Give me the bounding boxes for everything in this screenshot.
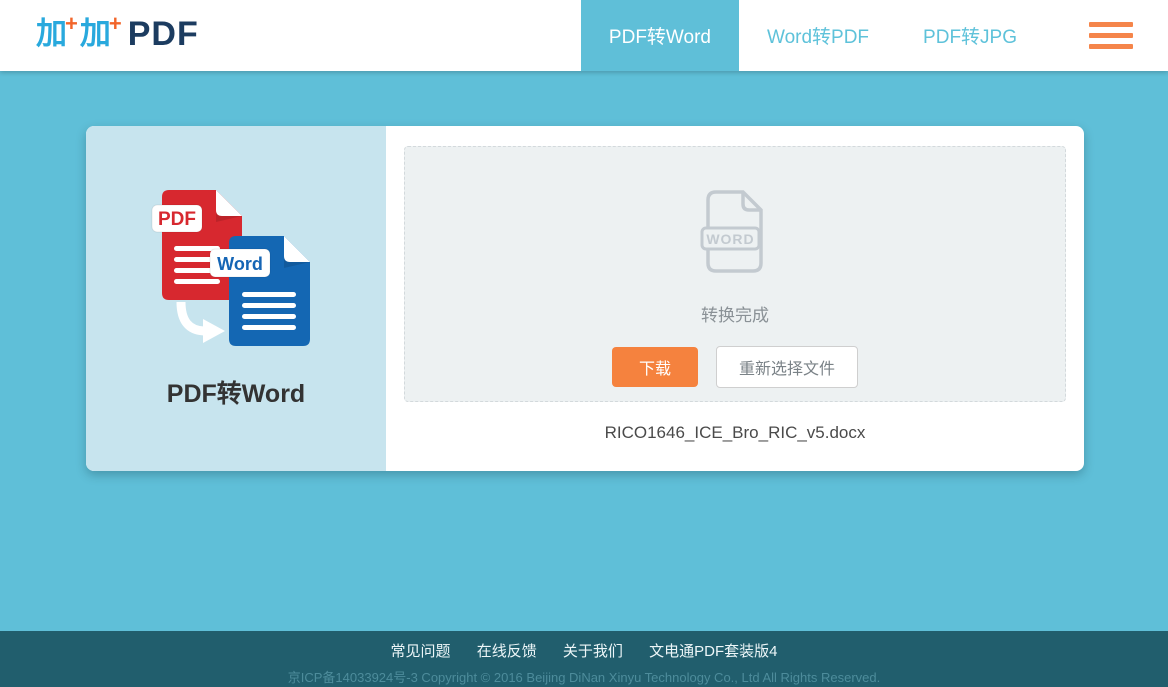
tab-pdf-to-jpg[interactable]: PDF转JPG <box>897 0 1043 71</box>
tab-word-to-pdf[interactable]: Word转PDF <box>741 0 895 71</box>
app-header: 加 + 加 + PDF PDF转Word Word转PDF PDF转JPG <box>0 0 1168 71</box>
footer-link-faq[interactable]: 常见问题 <box>391 643 451 660</box>
action-buttons: 下载 重新选择文件 <box>611 346 859 388</box>
logo-char: 加 <box>79 16 111 51</box>
hamburger-menu-icon[interactable] <box>1089 0 1133 71</box>
reselect-file-button[interactable]: 重新选择文件 <box>716 346 859 388</box>
converted-filename: RICO1646_ICE_Bro_RIC_v5.docx <box>604 423 866 442</box>
svg-text:PDF: PDF <box>158 209 196 230</box>
logo-plus-icon: + <box>65 11 78 36</box>
hamburger-bar <box>1089 33 1133 38</box>
copyright-text: 京ICP备14033924号-3 Copyright © 2016 Beijin… <box>287 670 881 685</box>
footer-link-about[interactable]: 关于我们 <box>563 643 623 660</box>
footer-links: 常见问题 在线反馈 关于我们 文电通PDF套装版4 <box>0 640 1168 661</box>
converter-card: PDF Word PDF转Word WORD 转换完成 下载 重新选择文件 RI… <box>86 126 1084 471</box>
svg-text:WORD: WORD <box>706 231 754 247</box>
pdf-document-icon: PDF <box>151 190 242 300</box>
download-button[interactable]: 下载 <box>611 347 698 387</box>
logo-plus-icon: + <box>108 11 122 36</box>
conversion-panel: WORD 转换完成 下载 重新选择文件 RICO1646_ICE_Bro_RIC… <box>386 126 1084 471</box>
conversion-dropzone: WORD 转换完成 下载 重新选择文件 <box>404 146 1066 402</box>
page-body: PDF Word PDF转Word WORD 转换完成 下载 重新选择文件 RI… <box>0 71 1168 631</box>
logo-text: PDF <box>127 15 199 53</box>
pdf-to-word-illustration-icon: PDF Word <box>151 190 310 346</box>
convert-arrow-icon <box>176 301 225 343</box>
tab-pdf-to-word[interactable]: PDF转Word <box>580 0 739 71</box>
conversion-status: 转换完成 <box>701 306 769 325</box>
tool-title: PDF转Word <box>166 380 306 408</box>
hamburger-bar <box>1089 22 1133 27</box>
hamburger-bar <box>1089 44 1133 49</box>
main-nav: PDF转Word Word转PDF PDF转JPG <box>580 0 1168 71</box>
word-file-icon: WORD <box>700 190 763 273</box>
tool-info-panel: PDF Word PDF转Word <box>86 126 386 471</box>
svg-text:Word: Word <box>217 254 263 274</box>
footer-link-product[interactable]: 文电通PDF套装版4 <box>649 643 777 660</box>
logo-char: 加 <box>36 16 67 51</box>
page-footer: 常见问题 在线反馈 关于我们 文电通PDF套装版4 京ICP备14033924号… <box>0 631 1168 687</box>
footer-link-feedback[interactable]: 在线反馈 <box>477 643 537 660</box>
app-logo[interactable]: 加 + 加 + PDF <box>36 11 199 54</box>
